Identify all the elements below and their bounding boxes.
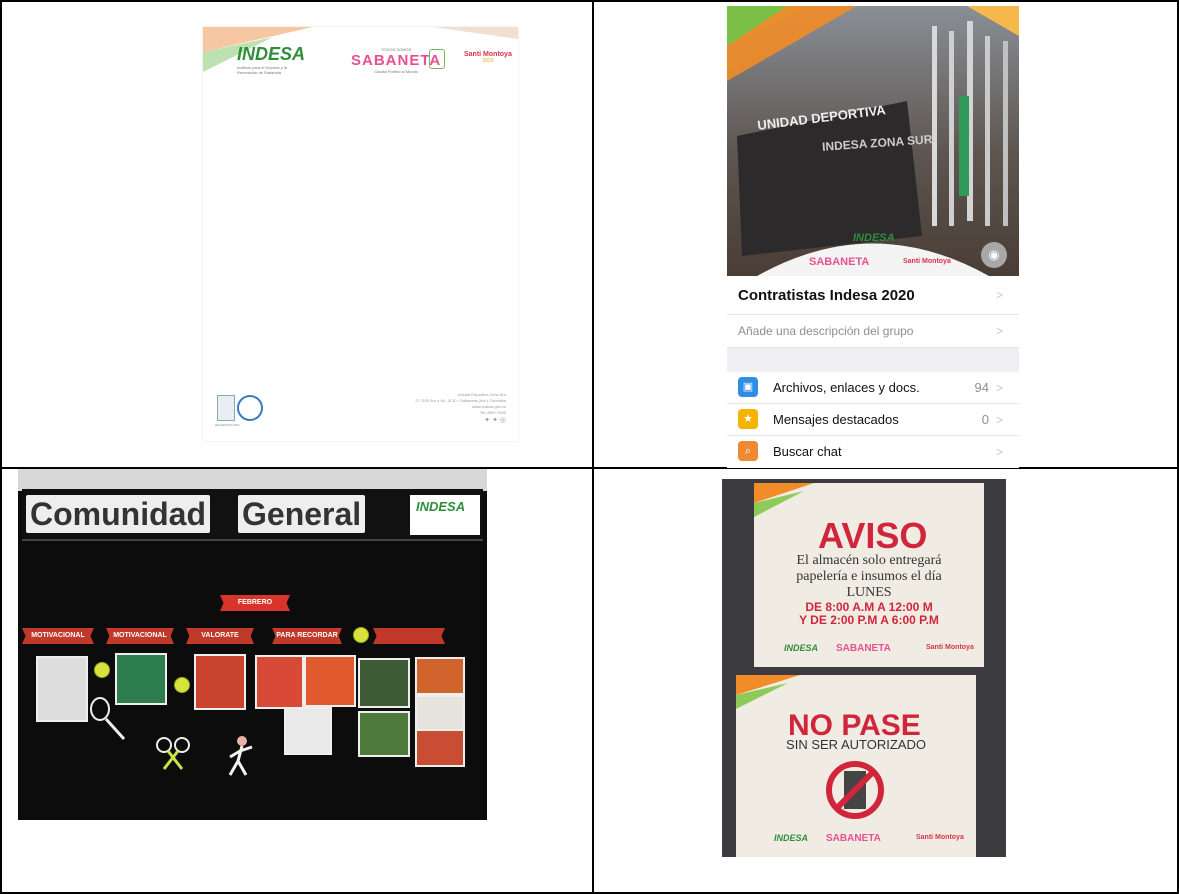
wall-top <box>18 469 487 491</box>
no-pase-subtitle: SIN SER AUTORIZADO <box>786 737 926 752</box>
tennis-ball-icon <box>94 662 110 678</box>
table-border-top <box>0 0 1179 2</box>
no-pase-sign: NO PASE SIN SER AUTORIZADO INDESA SABANE… <box>736 675 976 857</box>
aviso-times: DE 8:00 A.M A 12:00 M Y DE 2:00 P.M A 6:… <box>754 601 984 627</box>
no-entry-icon <box>826 761 884 819</box>
poster-card <box>304 655 356 707</box>
letterhead-footer: Unidad Deportiva Zona Sur Cl 76 B Sur # … <box>416 392 507 424</box>
poster-card <box>36 656 88 722</box>
seal-icon <box>237 395 263 421</box>
category-ribbon: VALORATE <box>186 628 254 644</box>
starred-messages-row[interactable]: ★ Mensajes destacados 0 > <box>727 404 1019 436</box>
no-pase-logo: INDESA <box>774 833 809 843</box>
poster-card <box>415 729 465 767</box>
photo-mayor: Santi Montoya <box>903 258 951 265</box>
poster-card <box>255 655 304 709</box>
aviso-sign: AVISO El almacén solo entregará papelerí… <box>754 483 984 667</box>
board-logo-text: INDESA <box>416 499 466 514</box>
group-name-row[interactable]: Contratistas Indesa 2020 > <box>727 276 1019 315</box>
notice-signs-photo: AVISO El almacén solo entregará papelerí… <box>722 479 1006 857</box>
description-placeholder: Añade una descripción del grupo <box>738 324 914 338</box>
footer-line: Tel: 2887 9160 <box>479 410 506 415</box>
chevron-right-icon: > <box>995 445 1003 459</box>
starred-count: 0 <box>981 412 989 427</box>
star-icon: ★ <box>738 409 758 429</box>
board-logo: INDESA <box>410 495 480 535</box>
tennis-racket-icon <box>90 697 126 741</box>
aviso-mayor: Santi Montoya <box>926 644 974 651</box>
description-row[interactable]: Añade una descripción del grupo > <box>727 315 1019 348</box>
certification-badge-icon <box>217 395 235 421</box>
month-ribbon: FEBRERO <box>220 595 290 611</box>
social-icons: ✦ ✦ ◎ <box>484 417 506 424</box>
camera-icon[interactable]: ◉ <box>981 242 1007 268</box>
mayor-text: Santi Montoya <box>464 51 512 58</box>
poster-card <box>358 711 410 757</box>
category-ribbon: PARA RECORDAR <box>272 628 342 644</box>
aviso-line2: papelería e insumos el día <box>796 569 942 584</box>
aviso-title: AVISO <box>818 515 928 556</box>
crossed-rackets-icon <box>156 737 190 770</box>
sabaneta-bottom-text: Ciudad Pueblo al Mundo <box>374 69 419 74</box>
search-icon: ⌕ <box>738 441 758 461</box>
tennis-ball-icon <box>353 627 369 643</box>
group-name: Contratistas Indesa 2020 <box>738 287 915 304</box>
poster-card <box>415 657 465 695</box>
category-ribbon <box>373 628 445 644</box>
search-chat-row[interactable]: ⌕ Buscar chat > <box>727 436 1019 467</box>
badge-caption: RECERTIFICADO <box>215 423 240 427</box>
photo-sabaneta: SABANETA <box>809 256 870 268</box>
chevron-right-icon: > <box>995 288 1003 302</box>
category-ribbon: MOTIVACIONAL <box>106 628 174 644</box>
poster-card <box>194 654 246 710</box>
letterhead-logo-text: INDESA <box>237 44 306 64</box>
aviso-sabaneta: SABANETA <box>836 643 891 654</box>
table-border-left <box>0 0 2 894</box>
category-ribbon: MOTIVACIONAL <box>22 628 94 644</box>
aviso-time2: Y DE 2:00 P.M A 6:00 P.M <box>799 613 939 627</box>
group-photo: UNIDAD DEPORTIVA INDESA ZONA SUR INDESA … <box>727 6 1019 276</box>
chevron-right-icon: > <box>995 413 1003 427</box>
starred-messages-label: Mensajes destacados <box>773 412 899 427</box>
shield-icon <box>429 49 445 69</box>
board-word-comunidad: Comunidad <box>26 495 210 533</box>
poster-card <box>415 695 465 731</box>
files-links-docs-label: Archivos, enlaces y docs. <box>773 380 920 395</box>
aviso-line1: El almacén solo entregará <box>796 553 942 568</box>
photo-logo: INDESA <box>853 232 895 244</box>
no-pase-sabaneta: SABANETA <box>826 833 881 844</box>
photo-icon: ▣ <box>738 377 758 397</box>
files-count: 94 <box>974 380 989 395</box>
letterhead-mayor-logo: Santi Montoya 2020 <box>464 51 512 64</box>
poster-card <box>358 658 410 708</box>
letterhead-image: INDESA Instituto para el Deporte y la Re… <box>203 27 518 441</box>
aviso-day: LUNES <box>846 585 892 600</box>
search-chat-label: Buscar chat <box>773 444 842 459</box>
tennis-ball-icon <box>174 677 190 693</box>
sabaneta-text: SABANETA <box>351 52 442 69</box>
chevron-right-icon: > <box>995 381 1003 395</box>
section-separator <box>727 348 1019 372</box>
mayor-year: 2020 <box>482 58 494 64</box>
chevron-right-icon: > <box>995 324 1003 338</box>
letterhead-logo: INDESA Instituto para el Deporte y la Re… <box>237 44 305 75</box>
letterhead-sabaneta-logo: TODOS SOMOS SABANETA Ciudad Pueblo al Mu… <box>351 47 441 74</box>
files-links-docs-row[interactable]: ▣ Archivos, enlaces y docs. 94 > <box>727 372 1019 404</box>
letterhead-logo-subtitle: Instituto para el Deporte y la Recreació… <box>237 65 288 75</box>
table-border-center <box>592 0 594 894</box>
aviso-body: El almacén solo entregará papelería e in… <box>754 553 984 601</box>
no-pase-mayor: Santi Montoya <box>916 834 964 841</box>
bulletin-board-photo: Comunidad General INDESA FEBRERO MOTIVAC… <box>18 469 487 820</box>
board-word-general: General <box>238 495 366 533</box>
aviso-logo: INDESA <box>784 643 819 653</box>
whatsapp-group-screenshot: UNIDAD DEPORTIVA INDESA ZONA SUR INDESA … <box>727 6 1019 468</box>
poster-card <box>284 707 332 755</box>
athlete-figure-icon <box>228 736 253 776</box>
